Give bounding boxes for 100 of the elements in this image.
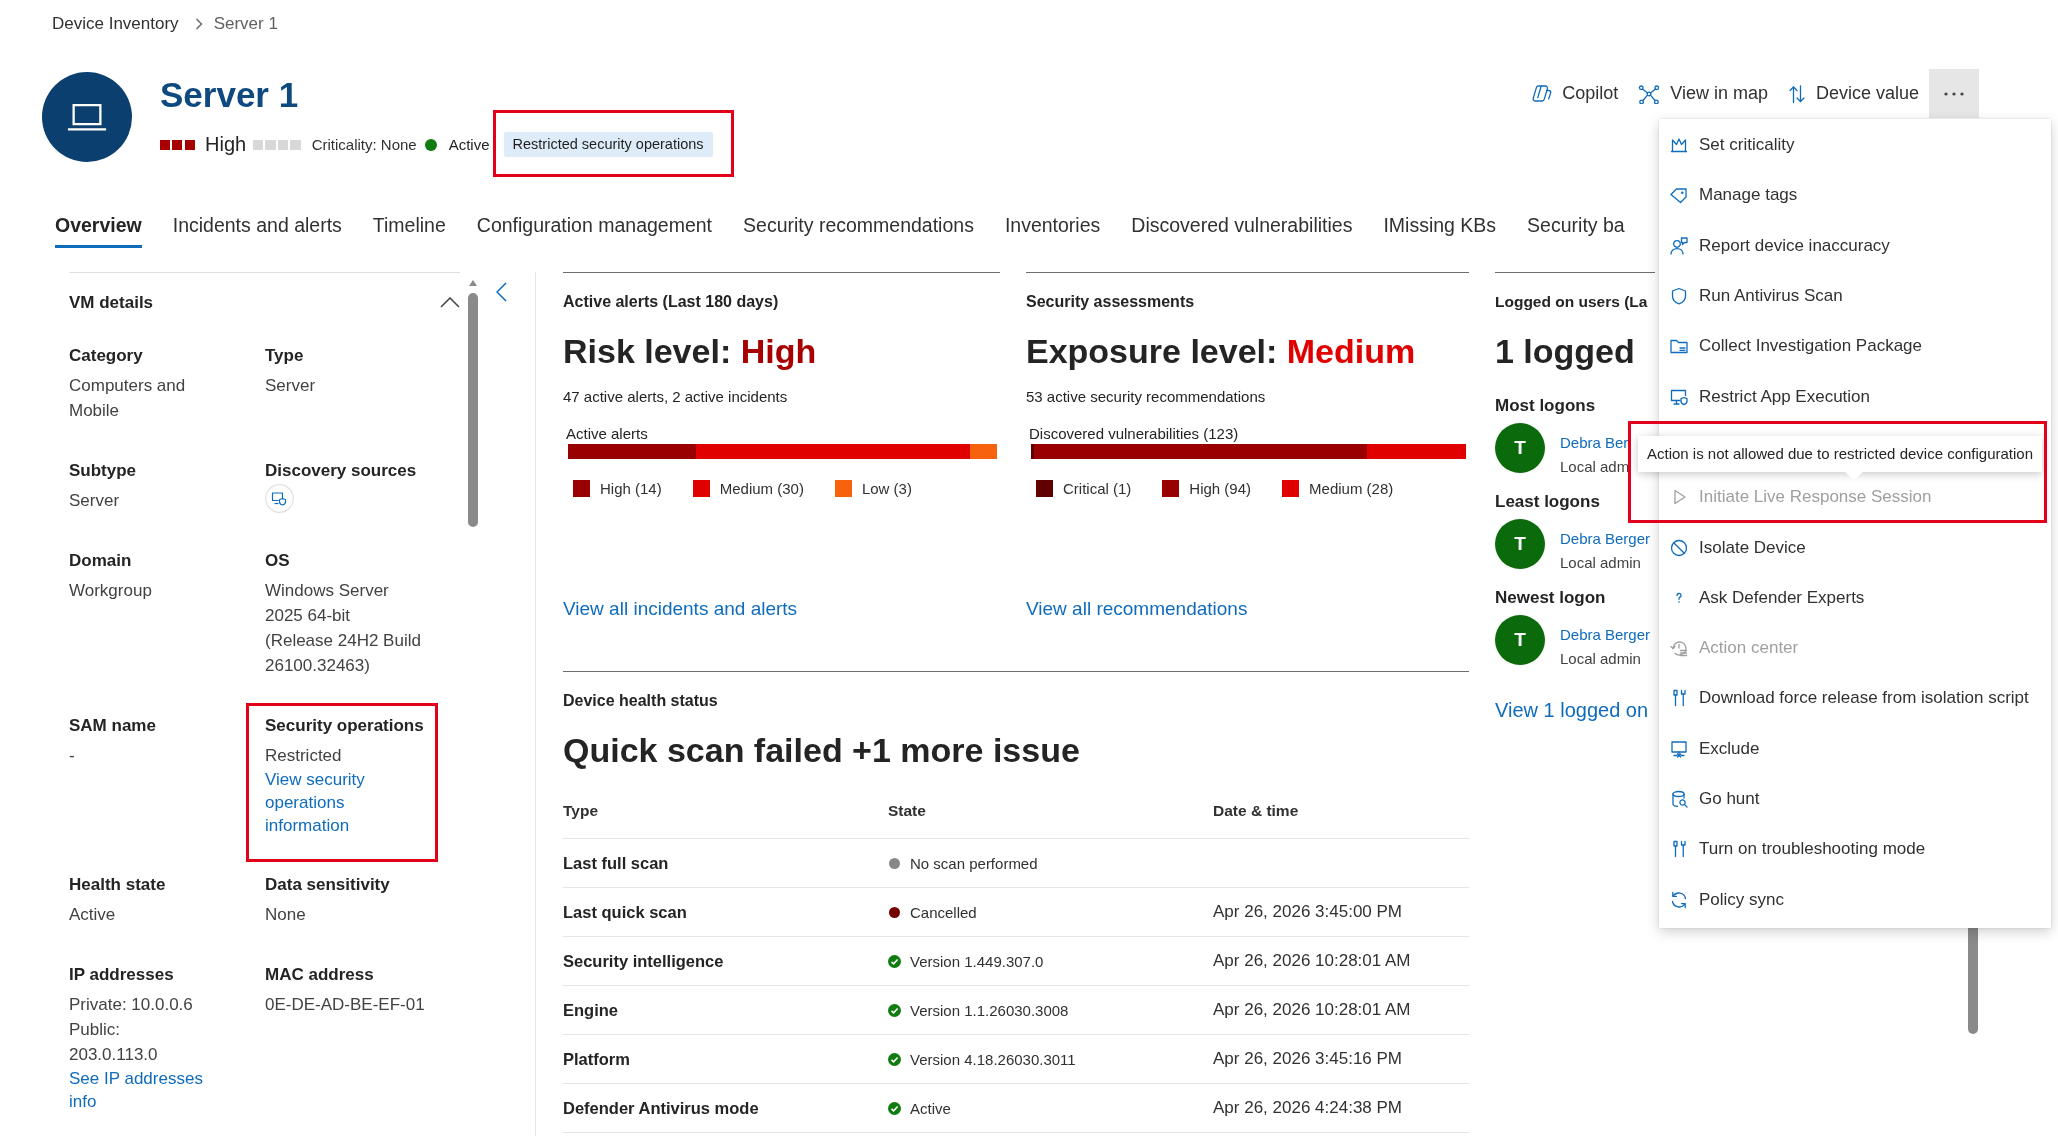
breadcrumb-current: Server 1: [213, 13, 278, 35]
view-all-link[interactable]: View all incidents and alerts: [563, 596, 798, 622]
tab[interactable]: IMissing KBs: [1383, 205, 1497, 248]
tab[interactable]: Security recommendations: [743, 205, 974, 248]
section-heading: Logged on users (La: [1495, 292, 1649, 312]
monitor-icon: [1669, 738, 1689, 759]
table-cell-text: Apr 26, 2026 10:28:01 AM: [1213, 1000, 1412, 1020]
menu-item[interactable]: Restrict App Execution: [1659, 371, 2051, 422]
user-role: Local adm: [1560, 457, 1630, 477]
table-cell-text: Security intelligence: [563, 951, 725, 971]
field-link[interactable]: See IP addresses info: [69, 1067, 211, 1113]
summary-text: 53 active security recommendations: [1026, 387, 1267, 407]
tab[interactable]: Inventories: [1004, 205, 1101, 248]
field-label: IP addresses: [69, 964, 174, 986]
field-label: Discovery sources: [265, 460, 417, 482]
field-label: Health state: [69, 874, 166, 896]
risk-label: High: [205, 133, 247, 156]
summary-text: 47 active alerts, 2 active incidents: [563, 387, 789, 407]
menu-item[interactable]: Manage tags: [1659, 170, 2051, 221]
table-cell-text: Last quick scan: [563, 902, 688, 922]
headline: Exposure level: Medium: [1026, 331, 1417, 372]
field-link[interactable]: View security operations information: [265, 768, 422, 837]
scroll-up-icon[interactable]: [469, 280, 477, 286]
menu-item[interactable]: Run Antivirus Scan: [1659, 270, 2051, 322]
column-header: Date & time: [1213, 801, 1300, 820]
toolbar-button[interactable]: Device value: [1787, 69, 1919, 118]
field-label: SAM name: [69, 715, 156, 737]
tab[interactable]: Overview: [55, 205, 142, 248]
user-link[interactable]: Debra Berger: [1560, 623, 1651, 647]
user-role: Local admin: [1560, 649, 1642, 669]
menu-item[interactable]: Policy sync: [1659, 874, 2051, 925]
field-value: Server: [69, 490, 120, 512]
status-label: Active: [448, 136, 490, 153]
field-value: Private: 10.0.0.6: [69, 994, 194, 1016]
chevron-left-icon[interactable]: [496, 282, 507, 302]
field-value: Workgroup: [69, 580, 152, 602]
tab[interactable]: Incidents and alerts: [172, 205, 342, 248]
database-search-icon: [1669, 789, 1689, 809]
user-link[interactable]: Debra Berger: [1560, 527, 1651, 551]
menu-item[interactable]: Report device inaccuracy: [1659, 220, 2051, 271]
chart-title: Discovered vulnerabilities (123): [1029, 424, 1240, 444]
chart-title: Active alerts: [566, 424, 649, 444]
field-label: Security operations: [265, 715, 424, 737]
avatar: T: [1495, 423, 1545, 473]
panel-title: VM details: [69, 291, 154, 314]
tab[interactable]: Discovered vulnerabilities: [1131, 205, 1353, 248]
toolbar-button[interactable]: View in map: [1638, 69, 1768, 118]
view-all-link[interactable]: View all recommendations: [1026, 596, 1248, 622]
tab[interactable]: Timeline: [372, 205, 446, 248]
criticality-label: Criticality: None: [311, 136, 417, 153]
user-link[interactable]: Debra Ber: [1560, 431, 1629, 455]
status-label: Cancelled: [910, 903, 977, 921]
prohibited-icon: [1669, 537, 1689, 558]
field-label: Subtype: [69, 460, 137, 482]
tab[interactable]: Configuration management: [476, 205, 713, 248]
table-cell-text: Engine: [563, 1000, 619, 1020]
menu-item[interactable]: Exclude: [1659, 723, 2051, 774]
field-value: -: [69, 745, 75, 767]
field-value: Windows Server 2025 64-bit (Release 24H2 Build 26100.32463): [265, 580, 422, 677]
legend-label: High (94): [1189, 479, 1252, 497]
avatar: T: [1495, 519, 1545, 569]
sync-icon: [1669, 889, 1689, 910]
sort-icon: [1787, 83, 1806, 104]
field-label: MAC address: [265, 964, 374, 986]
menu-item[interactable]: Download force release from isolation script: [1659, 673, 2051, 724]
table-cell-text: Last full scan: [563, 853, 670, 873]
legend-label: High (14): [600, 479, 662, 497]
menu-item[interactable]: Isolate Device: [1659, 522, 2051, 573]
group-title: Most logons: [1495, 395, 1597, 417]
section-heading: Security assessments: [1026, 292, 1196, 312]
menu-item[interactable]: Ask Defender Experts: [1659, 572, 2051, 623]
menu-item[interactable]: Go hunt: [1659, 773, 2051, 825]
headline: 1 logged: [1495, 331, 1636, 372]
person-icon: [1669, 235, 1689, 256]
toolbar-button[interactable]: Copilot: [1530, 69, 1619, 118]
breadcrumb-link[interactable]: Device Inventory: [52, 11, 179, 36]
menu-item[interactable]: Set criticality: [1659, 120, 2051, 171]
scrollbar-thumb[interactable]: [468, 293, 478, 527]
status-badge: Restricted security operations: [503, 132, 713, 157]
table-cell-text: Apr 26, 2026 3:45:16 PM: [1213, 1049, 1404, 1069]
table-cell-text: Apr 26, 2026 3:45:00 PM: [1213, 902, 1404, 922]
menu-item[interactable]: Collect Investigation Package: [1659, 321, 2051, 372]
view-users-link[interactable]: View 1 logged on: [1495, 697, 1649, 723]
network-icon: [1638, 83, 1661, 104]
avatar: T: [1495, 615, 1545, 665]
section-heading: Device health status: [563, 691, 719, 711]
field-label: Category: [69, 345, 143, 367]
table-cell-text: Defender Antivirus mode: [563, 1098, 760, 1118]
field-label: Data sensitivity: [265, 874, 390, 896]
copilot-icon: [1530, 83, 1553, 104]
chevron-up-icon[interactable]: [440, 297, 460, 308]
table-cell-text: Apr 26, 2026 4:24:38 PM: [1213, 1098, 1404, 1118]
tab[interactable]: Security ba: [1527, 205, 1625, 248]
section-heading: Active alerts (Last 180 days): [563, 292, 780, 312]
user-role: Local admin: [1560, 553, 1642, 573]
field-value: Active: [69, 904, 116, 926]
shield-icon: [1669, 286, 1689, 307]
menu-item[interactable]: Turn on troubleshooting mode: [1659, 824, 2051, 875]
status-label: Active: [910, 1099, 951, 1117]
field-label: Domain: [69, 550, 132, 572]
